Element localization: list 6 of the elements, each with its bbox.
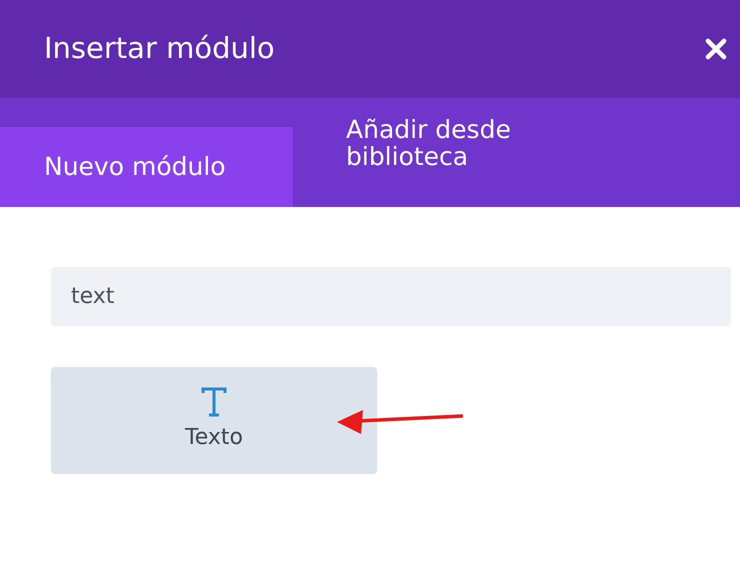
text-icon bbox=[201, 387, 227, 417]
tab[interactable]: Nuevo módulo bbox=[0, 127, 293, 207]
window-title: Insertar módulo bbox=[44, 30, 275, 68]
search-field[interactable]: text bbox=[51, 267, 731, 326]
module-card[interactable]: Texto bbox=[51, 367, 377, 474]
tab[interactable]: Añadir desde biblioteca bbox=[293, 98, 553, 207]
